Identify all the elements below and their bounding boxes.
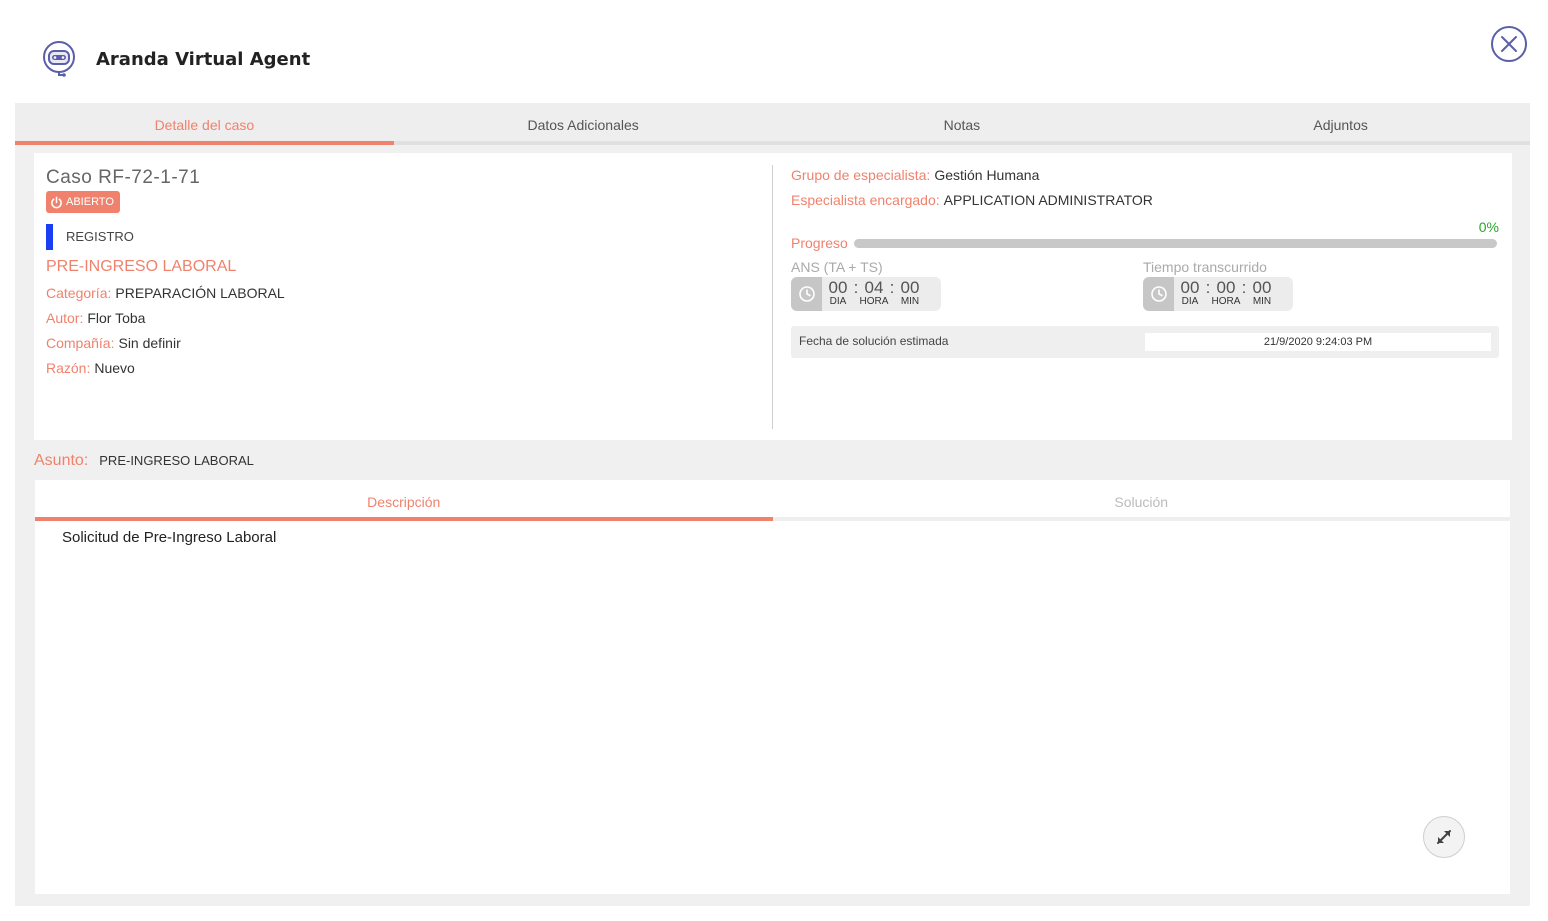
expand-button[interactable] — [1423, 816, 1465, 858]
tab-solucion[interactable]: Solución — [773, 480, 1511, 517]
robot-agent-icon — [40, 40, 78, 78]
tab-datos-adicionales[interactable]: Datos Adicionales — [394, 103, 773, 141]
clock-icon — [1143, 277, 1174, 311]
ans-timer: ANS (TA + TS) 00 DIA : 04 HORA : 00 MIN — [791, 259, 941, 311]
stage-indicator: REGISTRO — [46, 223, 766, 250]
field-label: Compañía: — [46, 334, 115, 351]
field-value: Sin definir — [118, 334, 181, 351]
elapsed-title: Tiempo transcurrido — [1143, 259, 1267, 275]
close-button[interactable] — [1491, 26, 1527, 62]
subject-label: Asunto: — [34, 452, 89, 469]
description-tabs: Descripción Solución — [35, 480, 1510, 521]
tab-detalle-del-caso[interactable]: Detalle del caso — [15, 103, 394, 145]
progress-bar — [853, 238, 1497, 248]
description-text: Solicitud de Pre-Ingreso Laboral — [62, 529, 277, 546]
close-icon — [1501, 36, 1517, 52]
time-separator: : — [889, 278, 895, 297]
unit-min: MIN — [1252, 296, 1272, 307]
main-tabs: Detalle del caso Datos Adicionales Notas… — [15, 103, 1530, 145]
field-autor: Autor: Flor Toba — [46, 310, 766, 326]
elapsed-timer: Tiempo transcurrido 00 DIA : 00 HORA : 00 M… — [1143, 259, 1293, 311]
subject-row: Asunto: PRE-INGRESO LABORAL — [34, 452, 254, 470]
field-value: PREPARACIÓN LABORAL — [115, 284, 285, 301]
header: Aranda Virtual Agent — [0, 0, 1548, 103]
elapsed-dia-value: 00 — [1180, 278, 1200, 297]
group-value: Gestión Humana — [934, 167, 1040, 183]
ans-timer-display: 00 DIA : 04 HORA : 00 MIN — [791, 277, 941, 311]
stage-label: REGISTRO — [66, 229, 134, 244]
case-summary: Caso RF-72-1-71 ABIERTO REGISTRO PRE-ING… — [46, 167, 766, 376]
ans-min-value: 00 — [900, 278, 920, 297]
expand-icon — [1437, 830, 1451, 844]
estimated-solution-row: Fecha de solución estimada 21/9/2020 9:2… — [791, 326, 1499, 358]
unit-hora: HORA — [859, 296, 889, 307]
case-subject: PRE-INGRESO LABORAL — [46, 257, 237, 275]
status-badge: ABIERTO — [46, 191, 120, 213]
clock-icon — [791, 277, 822, 311]
status-label: ABIERTO — [66, 196, 114, 208]
specialist-group: Grupo de especialista: Gestión Humana — [791, 167, 1499, 183]
unit-dia: DIA — [1181, 296, 1199, 307]
case-title: Caso RF-72-1-71 — [46, 167, 201, 188]
case-assignment: Grupo de especialista: Gestión Humana Esp… — [791, 167, 1499, 358]
progress-row: Progreso — [791, 235, 1499, 251]
unit-hora: HORA — [1211, 296, 1241, 307]
field-label: Razón: — [46, 359, 91, 376]
progress-percent: 0% — [1478, 219, 1499, 235]
estimated-solution-value: 21/9/2020 9:24:03 PM — [1145, 333, 1491, 351]
field-razon: Razón: Nuevo — [46, 360, 766, 376]
tab-adjuntos[interactable]: Adjuntos — [1151, 103, 1530, 141]
ans-dia-value: 00 — [828, 278, 848, 297]
field-label: Categoría: — [46, 284, 112, 301]
unit-min: MIN — [900, 296, 920, 307]
column-divider — [772, 165, 773, 429]
field-compania: Compañía: Sin definir — [46, 335, 766, 351]
unit-dia: DIA — [829, 296, 847, 307]
field-categoria: Categoría: PREPARACIÓN LABORAL — [46, 285, 766, 301]
elapsed-min-value: 00 — [1252, 278, 1272, 297]
estimated-solution-label: Fecha de solución estimada — [799, 334, 949, 348]
time-separator: : — [1241, 278, 1247, 297]
specialist-assigned: Especialista encargado: APPLICATION ADMIN… — [791, 192, 1499, 208]
stage-color-bar — [46, 223, 53, 250]
elapsed-hora-value: 00 — [1216, 278, 1236, 297]
case-panel: Detalle del caso Datos Adicionales Notas… — [15, 103, 1530, 906]
case-detail-card: Caso RF-72-1-71 ABIERTO REGISTRO PRE-ING… — [34, 153, 1512, 440]
ans-title: ANS (TA + TS) — [791, 259, 883, 275]
tab-notas[interactable]: Notas — [773, 103, 1152, 141]
elapsed-timer-display: 00 DIA : 00 HORA : 00 MIN — [1143, 277, 1293, 311]
field-label: Autor: — [46, 309, 84, 326]
field-value: Nuevo — [94, 359, 135, 376]
group-label: Grupo de especialista: — [791, 167, 931, 183]
progress-label: Progreso — [791, 235, 848, 251]
field-value: Flor Toba — [87, 309, 146, 326]
description-card: Descripción Solución Solicitud de Pre-In… — [35, 480, 1510, 894]
tab-descripcion[interactable]: Descripción — [35, 480, 773, 521]
ans-hora-value: 04 — [864, 278, 884, 297]
app-title: Aranda Virtual Agent — [96, 49, 311, 70]
specialist-label: Especialista encargado: — [791, 192, 940, 208]
specialist-value: APPLICATION ADMINISTRATOR — [943, 192, 1153, 208]
subject-value: PRE-INGRESO LABORAL — [99, 453, 254, 468]
power-icon — [51, 196, 62, 208]
